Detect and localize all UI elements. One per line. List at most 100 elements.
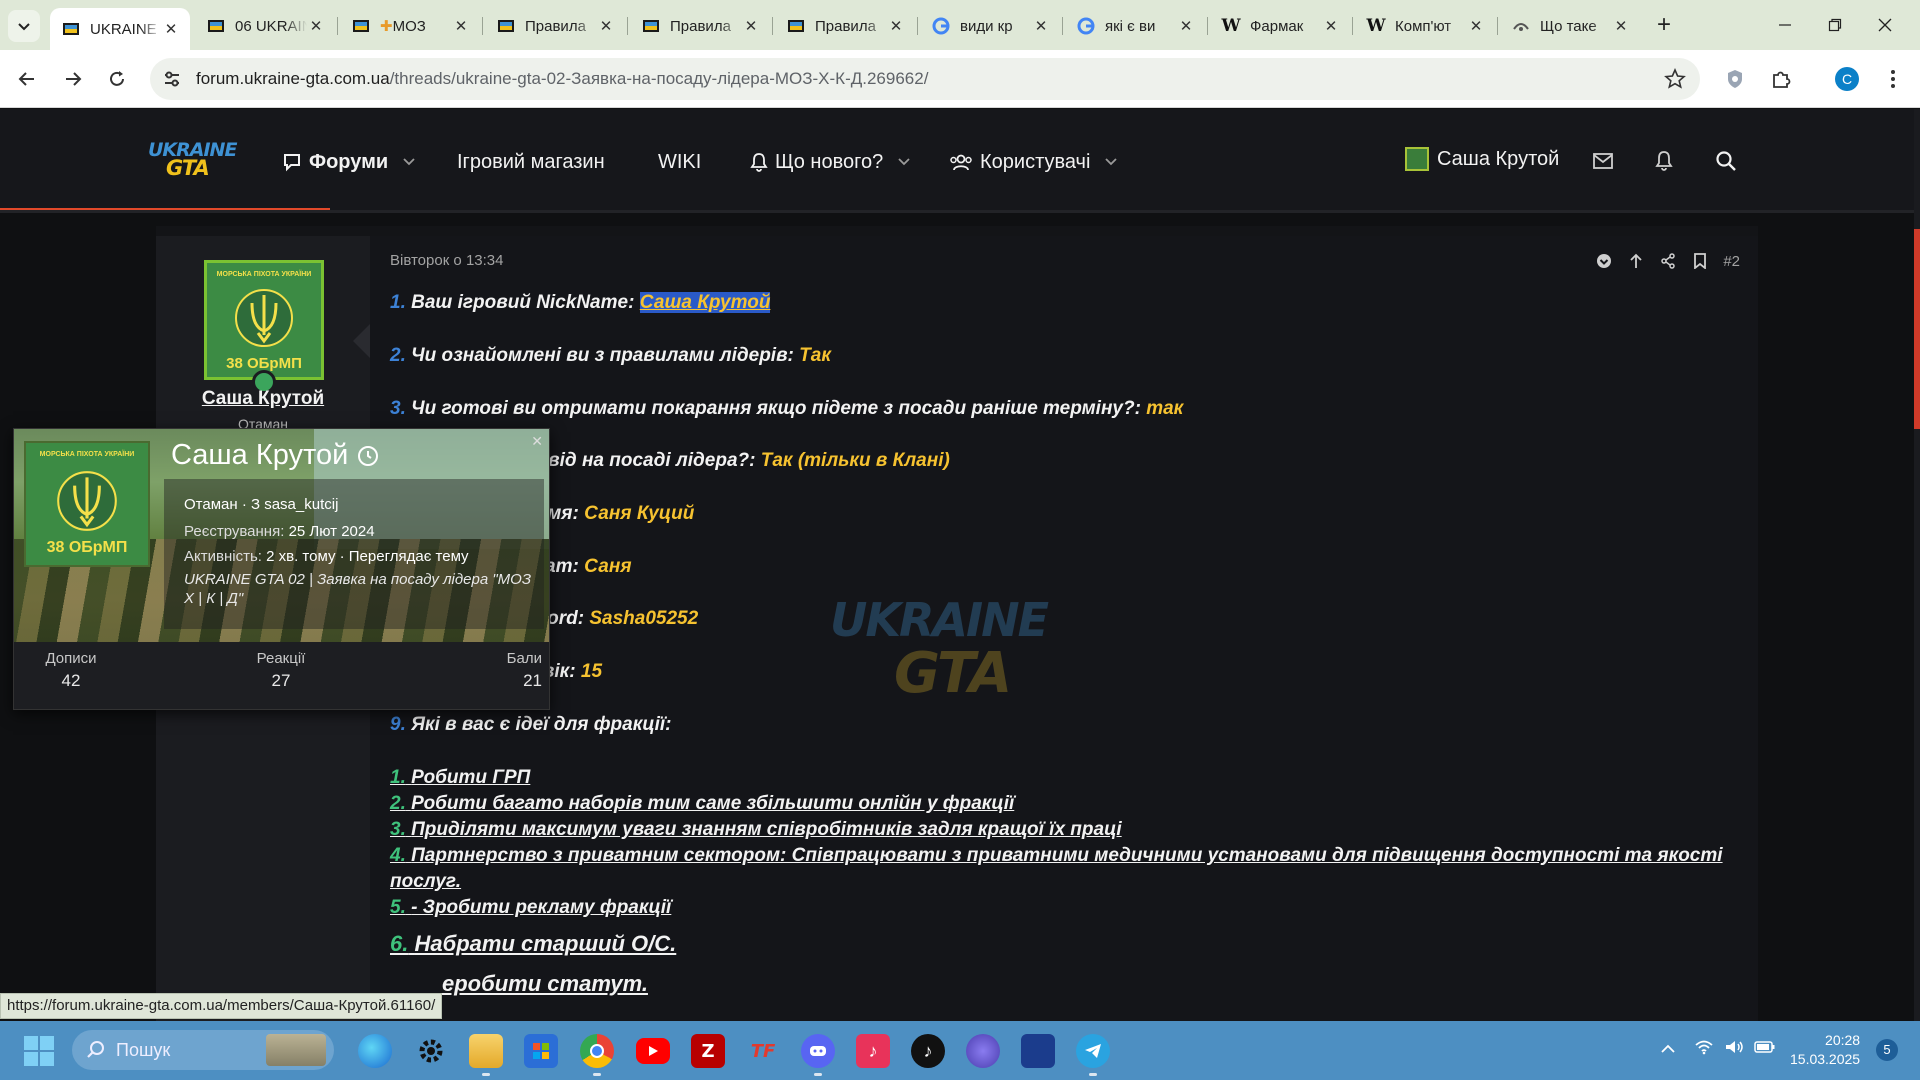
address-bar[interactable]: forum.ukraine-gta.com.ua/threads/ukraine… xyxy=(150,58,1700,100)
close-tab-icon[interactable]: ✕ xyxy=(452,17,470,35)
nav-whats-new[interactable]: Що нового? xyxy=(750,149,911,175)
stat-posts[interactable]: Дописи 42 xyxy=(26,650,116,691)
member-viewing-thread[interactable]: UKRAINE GTA 02 | Заявка на посаду лідера… xyxy=(184,570,534,608)
app-icon[interactable] xyxy=(1021,1034,1055,1068)
extensions-puzzle-icon[interactable] xyxy=(1768,66,1794,92)
settings-gear-icon[interactable] xyxy=(414,1034,448,1068)
site-settings-icon[interactable] xyxy=(162,69,182,94)
post-number[interactable]: #2 xyxy=(1723,253,1740,270)
restore-button[interactable] xyxy=(1815,10,1855,40)
browser-menu-icon[interactable] xyxy=(1880,66,1906,92)
close-tab-icon[interactable]: ✕ xyxy=(1177,17,1195,35)
taskbar-clock[interactable]: 20:28 15.03.2025 xyxy=(1790,1031,1860,1069)
bookmark-icon[interactable] xyxy=(1691,252,1709,270)
file-explorer-icon[interactable] xyxy=(469,1034,503,1068)
alerts-bell-icon[interactable] xyxy=(1651,148,1677,174)
minimize-button[interactable] xyxy=(1765,10,1805,40)
wifi-icon[interactable] xyxy=(1694,1039,1714,1060)
bookmark-star-icon[interactable] xyxy=(1664,67,1686,95)
reaction-icon[interactable] xyxy=(1595,252,1613,270)
tab-rules-1[interactable]: Правила ✕ xyxy=(485,8,625,44)
shield-extension-icon[interactable] xyxy=(1722,66,1748,92)
member-name[interactable]: Саша Крутой xyxy=(171,439,380,472)
reload-icon xyxy=(110,71,124,86)
back-button[interactable] xyxy=(10,62,44,96)
youtube-icon[interactable] xyxy=(636,1038,670,1064)
chrome-icon[interactable] xyxy=(580,1034,614,1068)
new-tab-button[interactable]: + xyxy=(1650,12,1678,40)
arrow-up-icon[interactable] xyxy=(1627,252,1645,270)
start-button[interactable] xyxy=(24,1036,54,1066)
close-tab-icon[interactable]: ✕ xyxy=(887,17,905,35)
tab-wikipedia-2[interactable]: W Комп'ют ✕ xyxy=(1355,8,1495,44)
close-tab-icon[interactable]: ✕ xyxy=(307,17,325,35)
tab-ukraine-gta[interactable]: UKRAINE GTA ✕ xyxy=(50,8,190,50)
tab-what-is[interactable]: Що таке ✕ xyxy=(1500,8,1640,44)
page-scrollbar[interactable] xyxy=(1914,109,1920,1021)
windows-taskbar: Пошук Z TF ♪ ♪ 20:28 15.03.2025 5 xyxy=(0,1021,1920,1080)
edge-icon[interactable] xyxy=(358,1034,392,1068)
close-tab-icon[interactable]: ✕ xyxy=(1612,17,1630,35)
nav-members[interactable]: Користувачі xyxy=(949,149,1118,175)
tab-wikipedia-1[interactable]: W Фармак ✕ xyxy=(1210,8,1350,44)
site-logo[interactable]: UKRAINE GTA xyxy=(148,139,237,181)
site-icon xyxy=(1512,17,1530,35)
close-tab-icon[interactable]: ✕ xyxy=(597,17,615,35)
tab-moz[interactable]: ✚МОЗ ✕ xyxy=(340,8,480,44)
chat-bubble-icon xyxy=(282,152,302,172)
chevron-up-icon[interactable] xyxy=(1660,1041,1676,1059)
telegram-icon[interactable] xyxy=(1076,1034,1110,1068)
microsoft-store-icon[interactable] xyxy=(524,1034,558,1068)
member-avatar[interactable]: МОРСЬКА ПІХОТА УКРАЇНИ 38 ОБрМП xyxy=(24,441,150,567)
chevron-down-icon[interactable] xyxy=(897,157,911,167)
tab-google-2[interactable]: які є ви ✕ xyxy=(1065,8,1205,44)
share-icon[interactable] xyxy=(1659,252,1677,270)
profile-avatar[interactable]: C xyxy=(1835,67,1859,91)
inbox-icon[interactable] xyxy=(1590,148,1616,174)
tiktok-icon[interactable]: ♪ xyxy=(911,1034,945,1068)
scrollbar-thumb[interactable] xyxy=(1914,229,1920,429)
chevron-down-icon[interactable] xyxy=(1104,157,1118,167)
close-tab-icon[interactable]: ✕ xyxy=(1322,17,1340,35)
account-menu[interactable]: Саша Крутой xyxy=(1405,147,1559,171)
stat-reactions[interactable]: Реакції 27 xyxy=(236,650,326,691)
post-date[interactable]: Вівторок о 13:34 xyxy=(390,252,503,269)
answer-line: 3. Чи готові ви отримати покарання якщо … xyxy=(390,398,1184,419)
browser-toolbar: forum.ukraine-gta.com.ua/threads/ukraine… xyxy=(0,50,1920,108)
close-icon[interactable]: ✕ xyxy=(531,433,543,450)
tiktok-live-icon[interactable]: ♪ xyxy=(856,1034,890,1068)
member-title: Отаман · З sasa_kutcij xyxy=(184,496,339,513)
tab-rules-3[interactable]: Правила ✕ xyxy=(775,8,915,44)
nav-game-shop[interactable]: Ігровий магазин xyxy=(457,149,605,175)
reload-button[interactable] xyxy=(100,62,134,96)
chevron-down-icon[interactable] xyxy=(402,157,416,167)
discord-icon[interactable] xyxy=(801,1034,835,1068)
notification-badge[interactable]: 5 xyxy=(1876,1039,1898,1061)
forward-button[interactable] xyxy=(56,62,90,96)
search-icon[interactable] xyxy=(1713,148,1739,174)
nav-wiki[interactable]: WIKI xyxy=(658,149,701,175)
stat-points[interactable]: Бали 21 xyxy=(492,650,542,691)
close-tab-icon[interactable]: ✕ xyxy=(1032,17,1050,35)
poster-avatar[interactable]: МОРСЬКА ПІХОТА УКРАЇНИ 38 ОБрМП xyxy=(204,260,324,380)
history-icon[interactable] xyxy=(356,444,380,468)
browser-app-icon[interactable] xyxy=(966,1034,1000,1068)
close-tab-icon[interactable]: ✕ xyxy=(1467,17,1485,35)
battery-icon[interactable] xyxy=(1754,1040,1776,1059)
tf-app-icon[interactable]: TF xyxy=(746,1034,780,1068)
close-window-button[interactable] xyxy=(1865,10,1905,40)
filezilla-icon[interactable]: Z xyxy=(691,1034,725,1068)
taskbar-search[interactable]: Пошук xyxy=(72,1030,334,1070)
tab-06-ukraine-gta[interactable]: 06 UKRAINE GTA ✕ xyxy=(195,8,335,44)
idea-item: 5. - Зробити рекламу фракції xyxy=(390,897,672,918)
tab-search-button[interactable] xyxy=(8,10,40,42)
poster-name[interactable]: Саша Крутой xyxy=(156,388,370,410)
member-registered: Реєстрування: 25 Лют 2024 xyxy=(184,523,375,540)
nav-forums[interactable]: Форуми xyxy=(282,149,416,175)
answer-line: scord: Sasha05252 xyxy=(526,608,699,629)
tab-google-1[interactable]: види кр ✕ xyxy=(920,8,1060,44)
volume-icon[interactable] xyxy=(1724,1039,1744,1060)
close-tab-icon[interactable]: ✕ xyxy=(162,20,180,38)
close-tab-icon[interactable]: ✕ xyxy=(742,17,760,35)
tab-rules-2[interactable]: Правила ✕ xyxy=(630,8,770,44)
